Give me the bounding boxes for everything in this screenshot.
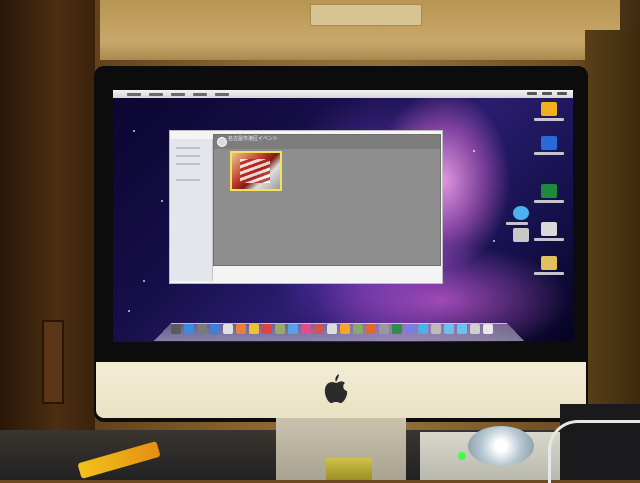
app-icon[interactable] [327,324,337,334]
app-icon[interactable] [197,324,207,334]
sidebar-item[interactable] [176,163,200,165]
word-icon[interactable] [541,136,557,150]
app-icon[interactable] [340,324,350,334]
white-cable [548,420,640,483]
sidebar-item[interactable] [176,147,200,149]
event-header: 名古屋市港区イベント [214,135,440,149]
shelf-box [310,4,422,26]
app-icon[interactable] [236,324,246,334]
mail-icon[interactable] [223,324,233,334]
app-icon[interactable] [513,206,529,220]
star [473,150,475,152]
event-icon [217,137,227,147]
itunes-icon[interactable] [301,324,311,334]
menu-item[interactable] [149,92,163,96]
folder-icon[interactable] [541,256,557,270]
desktop-icon-label [506,222,528,225]
left-cabinet [0,0,95,480]
window-sidebar [170,139,213,281]
app-icon[interactable] [353,324,363,334]
photo-thumbnail[interactable] [230,151,282,191]
document-icon[interactable] [513,228,529,242]
star [143,280,145,282]
documents-icon[interactable] [470,324,480,334]
app-icon[interactable] [275,324,285,334]
status-led [458,452,466,460]
cabinet-handle [42,320,64,404]
sidebar-item[interactable] [176,155,200,157]
excel-icon[interactable] [541,184,557,198]
dock [171,320,511,334]
desktop-icon-label [534,152,564,155]
app-icon[interactable] [405,324,415,334]
app-icon[interactable] [379,324,389,334]
menu-bar[interactable] [113,90,573,98]
finder-icon[interactable] [171,324,181,334]
star [133,130,135,132]
event-window[interactable]: 名古屋市港区イベント [213,134,441,266]
desktop-icon-label [534,238,564,241]
app-icon[interactable] [392,324,402,334]
menu-extras [527,92,567,95]
safari-icon[interactable] [210,324,220,334]
app-icon[interactable] [366,324,376,334]
desktop-icon-label [534,200,564,203]
app-icon[interactable] [288,324,298,334]
menu-item[interactable] [171,92,185,96]
trash-icon[interactable] [483,324,493,334]
menu-item[interactable] [127,92,141,96]
star [493,240,495,242]
folder-icon[interactable] [457,324,467,334]
star [128,310,130,312]
apple-logo-icon [324,374,348,404]
yellow-box [326,458,372,480]
folder-icon[interactable] [541,102,557,116]
app-icon[interactable] [418,324,428,334]
event-title: 名古屋市港区イベント [228,136,279,142]
app-icon[interactable] [314,324,324,334]
imac-screen: 名古屋市港区イベント [113,90,573,342]
desktop-icon-label [534,118,564,121]
document-icon[interactable] [541,222,557,236]
menu-item[interactable] [215,92,229,96]
dashboard-icon[interactable] [184,324,194,334]
menu-item[interactable] [193,92,207,96]
app-icon[interactable] [431,324,441,334]
status-icon[interactable] [527,92,537,95]
photo-content [240,159,270,183]
cd-disc [468,426,534,466]
desktop-icon-label [534,272,564,275]
app-icon[interactable] [249,324,259,334]
calendar-icon[interactable] [262,324,272,334]
clock-text[interactable] [557,92,567,95]
sidebar-item[interactable] [176,179,200,181]
star [161,200,163,202]
right-shelf [585,30,640,410]
status-icon[interactable] [542,92,552,95]
folder-icon[interactable] [444,324,454,334]
